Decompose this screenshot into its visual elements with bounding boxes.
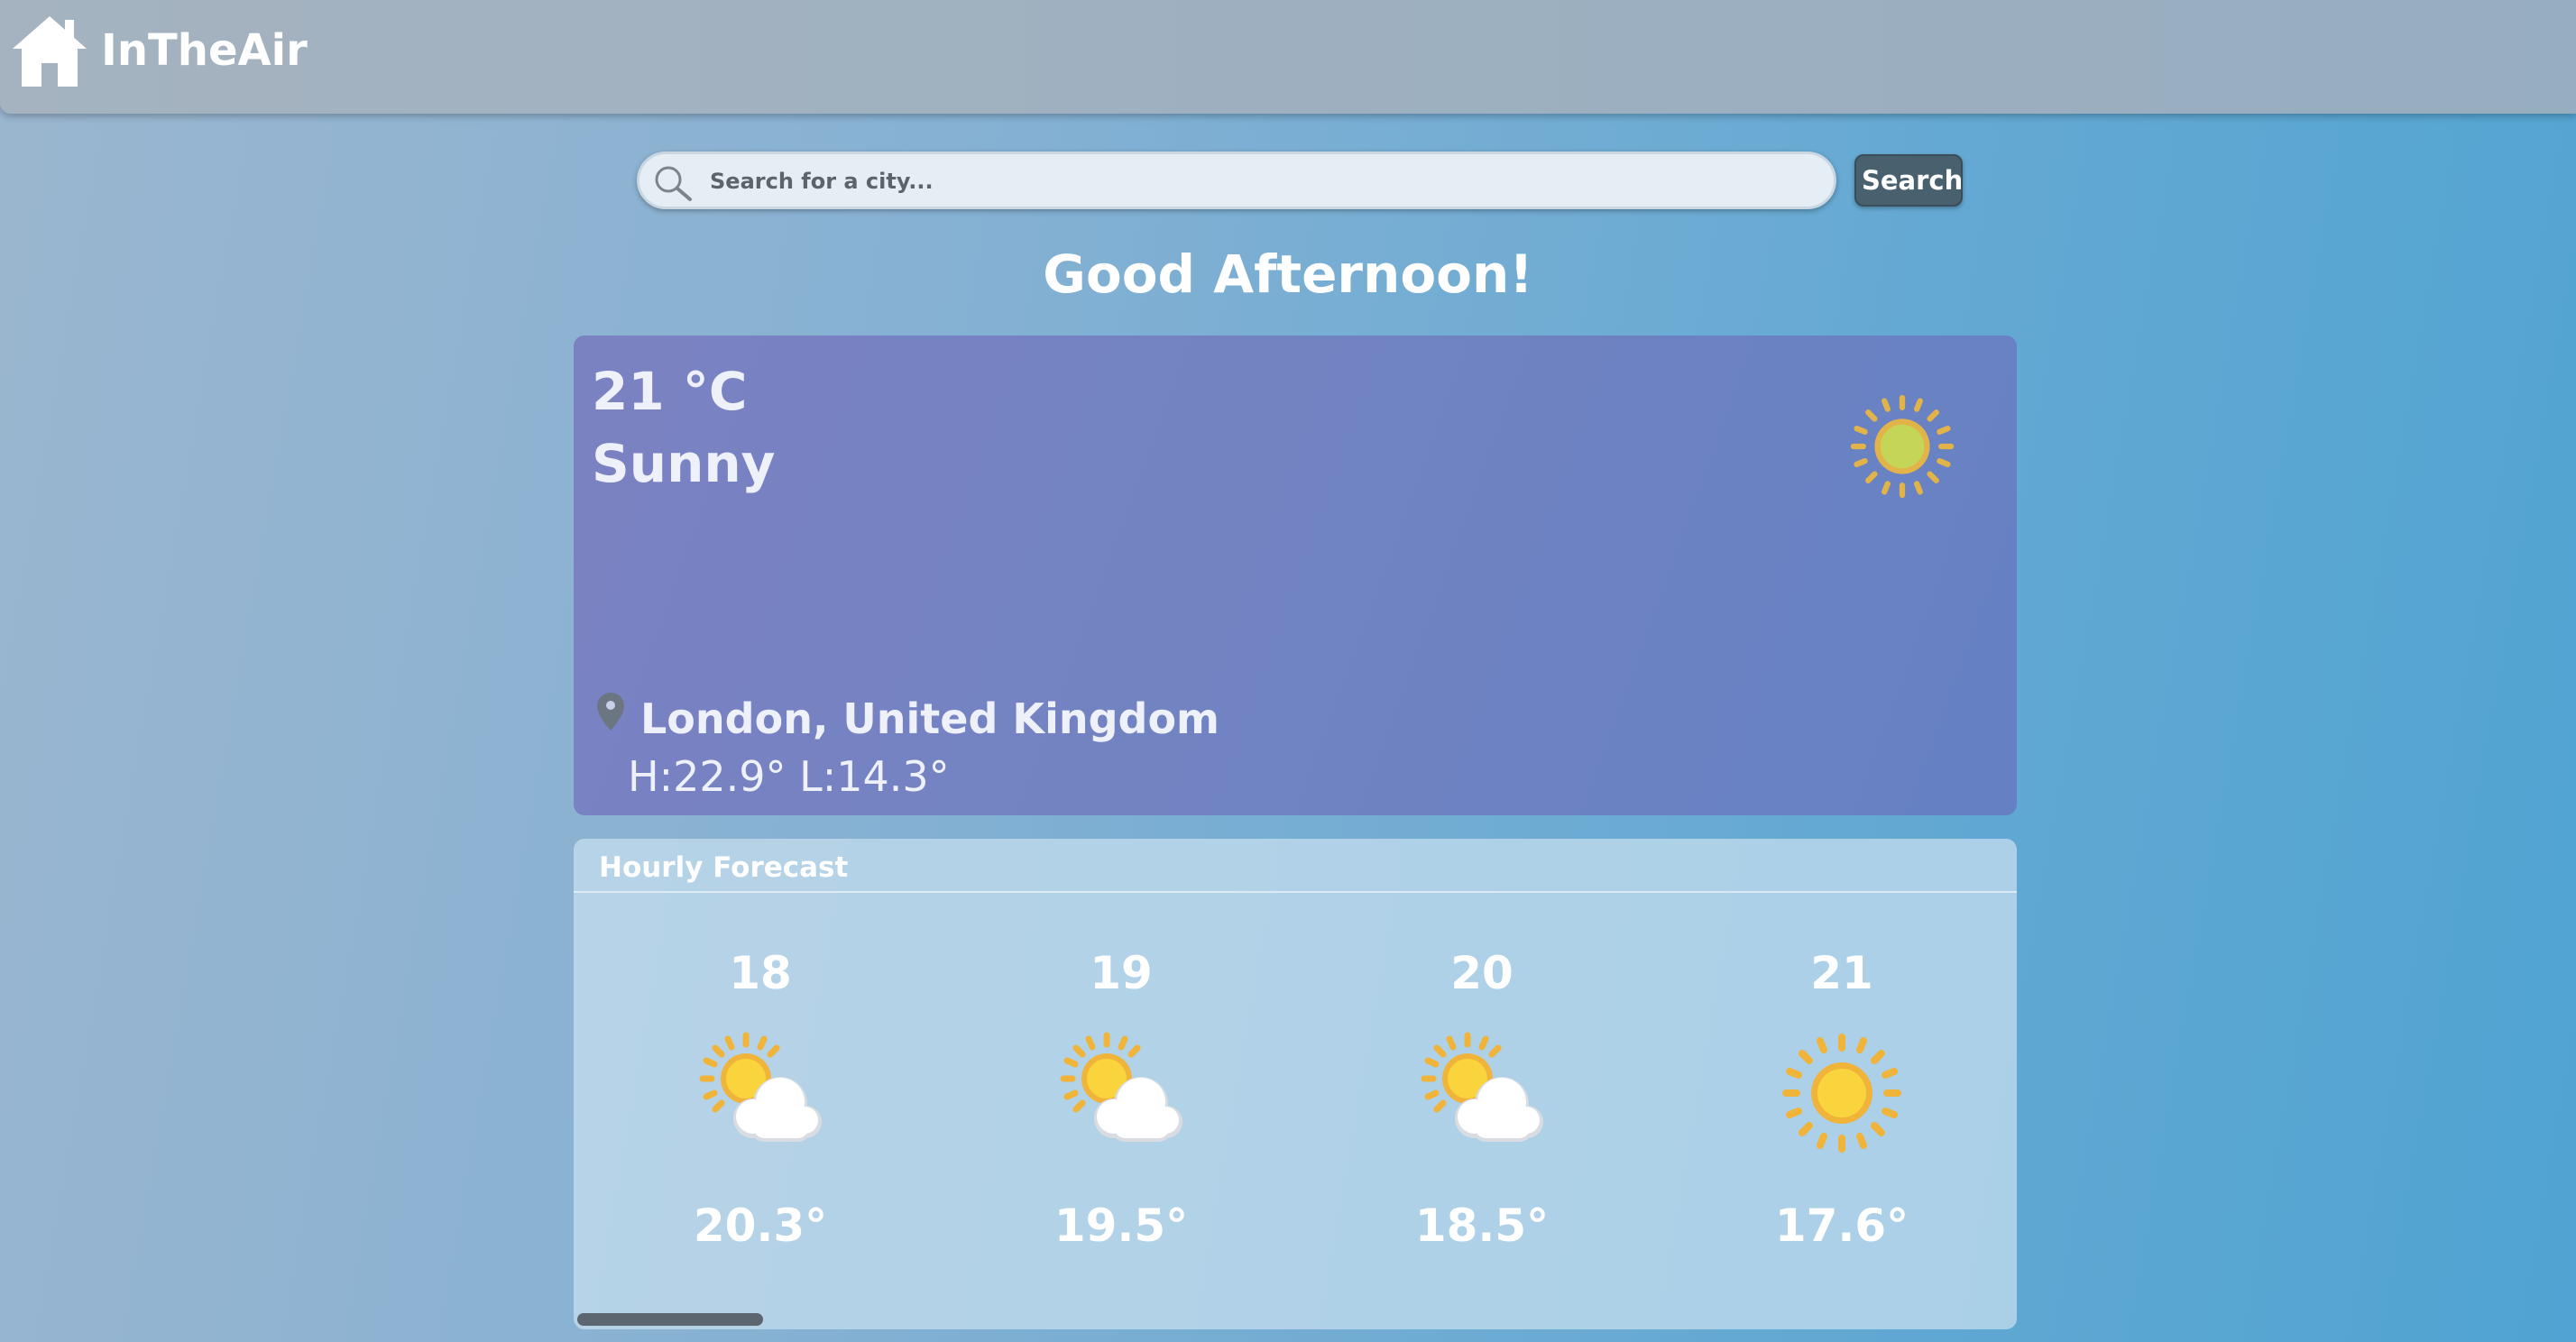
horizontal-scrollbar[interactable] xyxy=(577,1313,763,1326)
app-brand[interactable]: InTheAir xyxy=(101,25,308,76)
sun-icon xyxy=(1779,1030,1905,1156)
hour-label: 18 xyxy=(729,947,792,999)
location-pin-icon xyxy=(597,693,624,731)
current-temperature: 21 °C xyxy=(592,361,748,422)
home-icon[interactable] xyxy=(11,13,88,88)
search-input[interactable] xyxy=(708,161,1812,201)
hourly-item: 18 20.3° xyxy=(643,947,878,1252)
current-weather-card: 21 °C Sunny London, United Kingdom H:22. xyxy=(574,336,2017,815)
sun-icon xyxy=(1850,394,1955,499)
divider xyxy=(574,891,2017,893)
hour-temperature: 20.3° xyxy=(693,1200,828,1252)
partly-cloudy-icon xyxy=(697,1030,823,1156)
partly-cloudy-icon xyxy=(1419,1030,1545,1156)
search-bar xyxy=(637,152,1836,209)
high-low-temperature: H:22.9° L:14.3° xyxy=(628,752,950,801)
hour-label: 20 xyxy=(1450,947,1513,999)
top-navbar: InTheAir xyxy=(0,0,2576,114)
hour-temperature: 17.6° xyxy=(1774,1200,1909,1252)
search-button[interactable]: Search xyxy=(1854,154,1963,207)
partly-cloudy-icon xyxy=(1058,1030,1184,1156)
hourly-forecast-title: Hourly Forecast xyxy=(599,851,849,884)
hourly-forecast-card: Hourly Forecast 18 20.3° 19 19.5° 20 18.… xyxy=(574,839,2017,1329)
greeting-heading: Good Afternoon! xyxy=(1043,244,1533,305)
search-icon xyxy=(655,166,692,201)
hour-label: 21 xyxy=(1810,947,1873,999)
hourly-item: 21 17.6° xyxy=(1725,947,1959,1252)
hour-temperature: 18.5° xyxy=(1414,1200,1550,1252)
hour-label: 19 xyxy=(1090,947,1153,999)
hour-temperature: 19.5° xyxy=(1053,1200,1189,1252)
location-name: London, United Kingdom xyxy=(640,694,1219,743)
hourly-item: 19 19.5° xyxy=(1004,947,1238,1252)
hourly-item: 20 18.5° xyxy=(1365,947,1599,1252)
current-condition: Sunny xyxy=(592,433,776,494)
